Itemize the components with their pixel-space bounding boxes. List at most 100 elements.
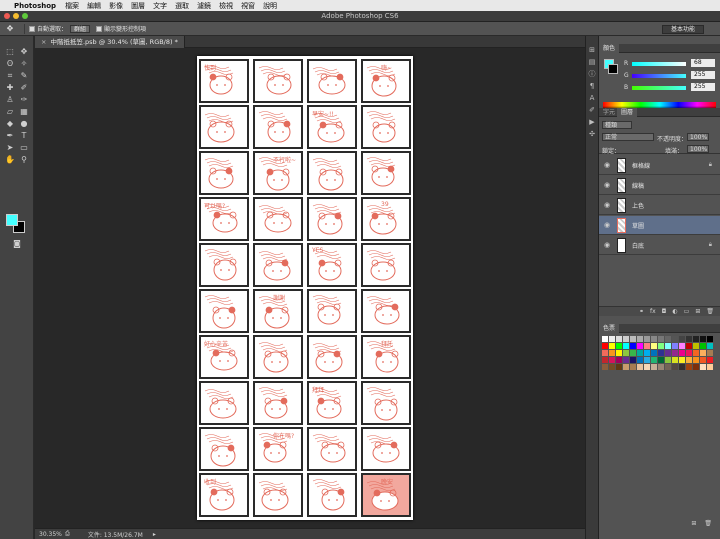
color-swatch[interactable] bbox=[637, 343, 643, 349]
menu-view[interactable]: 檢視 bbox=[219, 1, 233, 11]
color-swatch[interactable] bbox=[623, 336, 629, 342]
eye-icon[interactable]: ◉ bbox=[604, 201, 610, 209]
color-swatch[interactable] bbox=[623, 343, 629, 349]
color-swatch[interactable] bbox=[665, 343, 671, 349]
eye-icon[interactable]: ◉ bbox=[604, 241, 610, 249]
color-panel-background[interactable] bbox=[608, 64, 618, 74]
quick-mask-icon[interactable]: ◙ bbox=[10, 238, 24, 250]
gradient-tool-icon[interactable]: ▦ bbox=[17, 106, 31, 118]
color-swatch[interactable] bbox=[658, 364, 664, 370]
fill-input[interactable]: 100% bbox=[687, 145, 709, 153]
workspace-switcher[interactable]: 基本功能 bbox=[661, 25, 704, 34]
magic-wand-icon[interactable]: ✧ bbox=[17, 58, 31, 70]
color-swatch[interactable] bbox=[700, 350, 706, 356]
color-swatch[interactable] bbox=[623, 357, 629, 363]
color-swatch[interactable] bbox=[630, 357, 636, 363]
color-swatch[interactable] bbox=[630, 343, 636, 349]
color-swatch[interactable] bbox=[637, 364, 643, 370]
actions-icon[interactable]: ▶ bbox=[586, 116, 598, 128]
color-swatch[interactable] bbox=[672, 364, 678, 370]
color-r-input[interactable]: 68 bbox=[691, 59, 715, 67]
color-swatch[interactable] bbox=[679, 350, 685, 356]
brush-panel-icon[interactable]: ✐ bbox=[586, 104, 598, 116]
eye-icon[interactable]: ◉ bbox=[604, 161, 610, 169]
color-swatch[interactable] bbox=[623, 364, 629, 370]
eraser-tool-icon[interactable]: ▱ bbox=[3, 106, 17, 118]
color-swatch[interactable] bbox=[672, 336, 678, 342]
color-swatch[interactable] bbox=[658, 350, 664, 356]
shape-tool-icon[interactable]: ▭ bbox=[17, 142, 31, 154]
opacity-input[interactable]: 100% bbox=[687, 133, 709, 141]
color-swatch[interactable] bbox=[644, 343, 650, 349]
color-swatch[interactable] bbox=[602, 364, 608, 370]
color-swatch[interactable] bbox=[602, 343, 608, 349]
eyedropper-icon[interactable]: ✎ bbox=[17, 70, 31, 82]
menu-type[interactable]: 文字 bbox=[153, 1, 167, 11]
auto-select-dropdown[interactable]: 群組 bbox=[70, 24, 91, 33]
info-icon[interactable]: ⓘ bbox=[586, 68, 598, 80]
color-swatch[interactable] bbox=[644, 357, 650, 363]
menu-filter[interactable]: 濾鏡 bbox=[197, 1, 211, 11]
color-swatch[interactable] bbox=[672, 350, 678, 356]
brush-tool-icon[interactable]: ✐ bbox=[17, 82, 31, 94]
color-swatch[interactable] bbox=[616, 357, 622, 363]
color-swatch[interactable] bbox=[665, 336, 671, 342]
menu-help[interactable]: 說明 bbox=[263, 1, 277, 11]
status-menu-arrow-icon[interactable]: ▸ bbox=[153, 531, 156, 538]
color-swatch[interactable] bbox=[637, 350, 643, 356]
color-swatch[interactable] bbox=[651, 336, 657, 342]
adjustment-layer-icon[interactable]: ◐ bbox=[672, 307, 677, 316]
color-swatch[interactable] bbox=[700, 336, 706, 342]
foreground-color-swatch[interactable] bbox=[6, 214, 18, 226]
menu-file[interactable]: 檔案 bbox=[65, 1, 79, 11]
paragraph-icon[interactable]: ¶ bbox=[586, 80, 598, 92]
path-select-icon[interactable]: ➤ bbox=[3, 142, 17, 154]
color-swatch[interactable] bbox=[602, 357, 608, 363]
color-swatch[interactable] bbox=[693, 343, 699, 349]
menu-window[interactable]: 視窗 bbox=[241, 1, 255, 11]
color-swatch[interactable] bbox=[665, 350, 671, 356]
marquee-tool-icon[interactable]: ⬚ bbox=[3, 46, 17, 58]
healing-brush-icon[interactable]: ✚ bbox=[3, 82, 17, 94]
new-swatch-icon[interactable]: ⊞ bbox=[691, 520, 696, 530]
zoom-tool-icon[interactable]: ⚲ bbox=[17, 154, 31, 166]
color-swatch[interactable] bbox=[616, 350, 622, 356]
color-swatch[interactable] bbox=[700, 357, 706, 363]
color-swatch[interactable] bbox=[700, 364, 706, 370]
color-swatch[interactable] bbox=[679, 357, 685, 363]
color-swatch[interactable] bbox=[651, 364, 657, 370]
close-tab-icon[interactable]: × bbox=[41, 38, 46, 46]
eye-icon[interactable]: ◉ bbox=[604, 221, 610, 229]
link-layers-icon[interactable]: ⚭ bbox=[639, 307, 644, 316]
color-swatch[interactable] bbox=[637, 336, 643, 342]
color-swatch[interactable] bbox=[630, 350, 636, 356]
color-swatch[interactable] bbox=[686, 336, 692, 342]
color-swatch[interactable] bbox=[686, 364, 692, 370]
delete-layer-icon[interactable]: 🗑︎ bbox=[706, 307, 714, 316]
color-swatch[interactable] bbox=[609, 364, 615, 370]
layer-filter-dropdown[interactable]: 種類 bbox=[602, 121, 632, 129]
blur-tool-icon[interactable]: ◆ bbox=[3, 118, 17, 130]
color-swatch[interactable] bbox=[651, 343, 657, 349]
color-swatch[interactable] bbox=[693, 364, 699, 370]
color-swatch[interactable] bbox=[658, 357, 664, 363]
color-swatch[interactable] bbox=[707, 364, 713, 370]
canvas-area[interactable]: 快到 嗨~ 早安~!! 不行啦~ 可以嗎? 39 YES 謝謝 好心辛苦 拜託 拜拜 你在嗎? 收到 晚安 bbox=[35, 48, 585, 528]
color-swatch[interactable] bbox=[686, 357, 692, 363]
history-brush-icon[interactable]: ✑ bbox=[17, 94, 31, 106]
color-swatch[interactable] bbox=[623, 350, 629, 356]
artboard[interactable]: 快到 嗨~ 早安~!! 不行啦~ 可以嗎? 39 YES 謝謝 好心辛苦 拜託 拜拜 你在嗎? 收到 晚安 bbox=[197, 56, 413, 520]
pen-tool-icon[interactable]: ✒ bbox=[3, 130, 17, 142]
show-transform-checkbox[interactable] bbox=[96, 25, 103, 32]
color-g-slider[interactable] bbox=[632, 74, 686, 78]
menu-app-name[interactable]: Photoshop bbox=[14, 2, 56, 10]
color-swatch[interactable] bbox=[651, 350, 657, 356]
layer-row[interactable]: ◉ 框格線 🔒︎ bbox=[599, 156, 720, 175]
color-swatch[interactable] bbox=[679, 343, 685, 349]
export-icon[interactable]: ⎙ bbox=[65, 530, 70, 538]
color-swatch[interactable] bbox=[644, 336, 650, 342]
color-swatch[interactable] bbox=[637, 357, 643, 363]
move-tool-icon[interactable]: ✥ bbox=[17, 46, 31, 58]
color-swatch[interactable] bbox=[616, 343, 622, 349]
menu-select[interactable]: 選取 bbox=[175, 1, 189, 11]
